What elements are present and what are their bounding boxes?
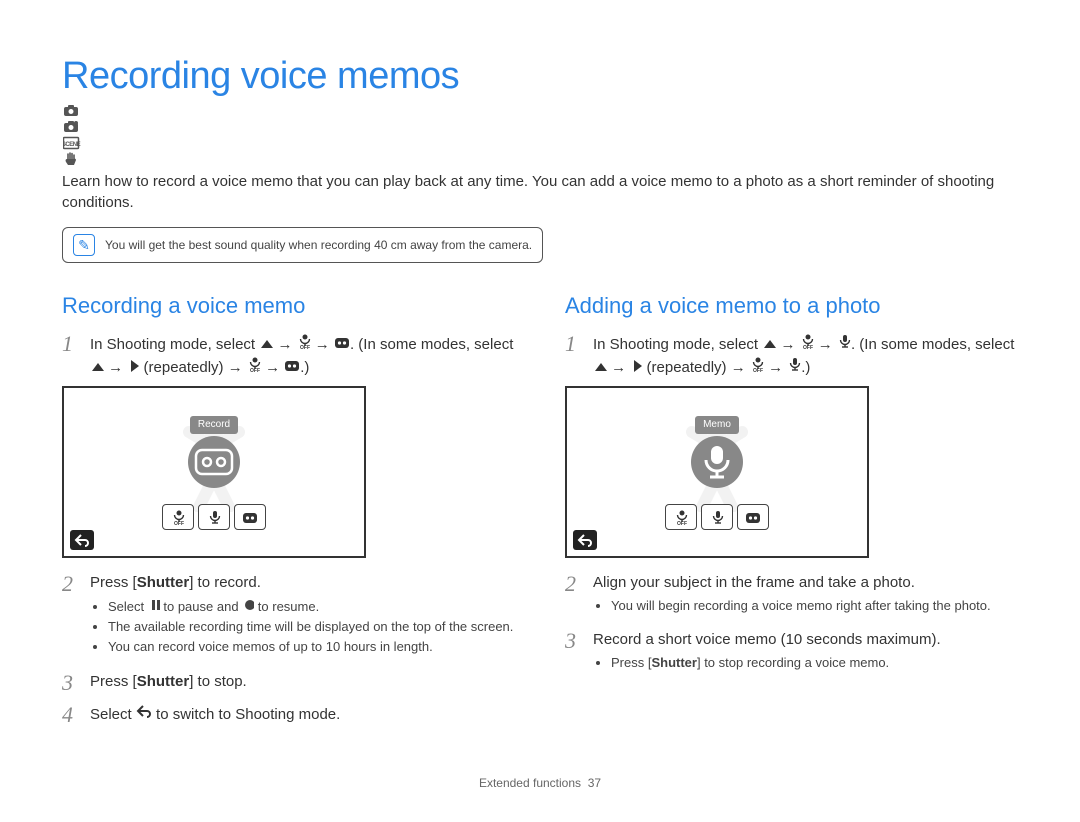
right-icon [630, 358, 642, 372]
tape-icon [334, 335, 350, 349]
step-3: 3 Press [Shutter] to stop. [62, 671, 515, 695]
footer-page-number: 37 [588, 776, 601, 790]
page-intro: Learn how to record a voice memo that yo… [62, 171, 1018, 213]
step-1: 1 In Shooting mode, select → → . (In som… [565, 332, 1018, 378]
step-body: Press [Shutter] to record. Select to pau… [90, 572, 515, 663]
step-number: 2 [565, 572, 583, 621]
option-mic[interactable] [198, 504, 230, 530]
step-number: 1 [565, 332, 583, 378]
option-mic-off[interactable] [665, 504, 697, 530]
camera-timer-icon [63, 119, 79, 135]
badge-label: Memo [695, 416, 739, 434]
center-badge: Record [188, 416, 240, 488]
up-icon [90, 360, 104, 372]
section-adding: Adding a voice memo to a photo 1 In Shoo… [565, 291, 1018, 735]
page-footer: Extended functions 37 [62, 775, 1018, 792]
page-title-text: Recording voice memos [62, 55, 459, 97]
step-number: 1 [62, 332, 80, 378]
back-button[interactable] [573, 530, 597, 550]
option-row [665, 504, 769, 530]
mode-icons [62, 103, 1018, 167]
step-bullets: Select to pause and to resume. The avail… [90, 597, 515, 657]
right-icon [127, 358, 139, 372]
step-1: 1 In Shooting mode, select → → . (In som… [62, 332, 515, 378]
footer-section: Extended functions [479, 776, 581, 790]
lcd-preview-memo: Memo [565, 386, 869, 558]
mic-off-icon [247, 355, 261, 372]
lcd-preview-record: Record [62, 386, 366, 558]
tip-box: ✎ You will get the best sound quality wh… [62, 227, 543, 263]
up-icon [762, 337, 776, 349]
up-icon [593, 360, 607, 372]
step-2: 2 Align your subject in the frame and ta… [565, 572, 1018, 621]
tape-icon [284, 358, 300, 372]
mic-badge-icon [691, 436, 743, 488]
step-body: Record a short voice memo (10 seconds ma… [593, 629, 1018, 678]
mic-off-icon [297, 332, 311, 349]
option-tape[interactable] [234, 504, 266, 530]
mic-icon [787, 356, 801, 372]
back-icon [577, 532, 593, 548]
back-icon [136, 703, 152, 719]
step-2: 2 Press [Shutter] to record. Select to p… [62, 572, 515, 663]
back-icon [74, 532, 90, 548]
section-recording: Recording a voice memo 1 In Shooting mod… [62, 291, 515, 735]
mic-icon [837, 333, 851, 349]
section-heading-left: Recording a voice memo [62, 291, 515, 322]
step-number: 4 [62, 703, 80, 727]
camera-icon [63, 103, 79, 119]
note-icon: ✎ [73, 234, 95, 256]
mic-off-icon [750, 355, 764, 372]
step-number: 2 [62, 572, 80, 663]
option-mic-off[interactable] [162, 504, 194, 530]
option-tape[interactable] [737, 504, 769, 530]
pause-icon [148, 597, 160, 611]
up-icon [259, 337, 273, 349]
step-number: 3 [62, 671, 80, 695]
step-body: Press [Shutter] to stop. [90, 671, 515, 695]
center-badge: Memo [691, 416, 743, 488]
mic-off-icon [800, 332, 814, 349]
step-number: 3 [565, 629, 583, 678]
tape-badge-icon [188, 436, 240, 488]
back-button[interactable] [70, 530, 94, 550]
option-row [162, 504, 266, 530]
step-body: Select to switch to Shooting mode. [90, 703, 515, 727]
step-body: In Shooting mode, select → → . (In some … [90, 332, 515, 378]
page-title: Recording voice memos [62, 50, 1018, 167]
hand-icon [63, 151, 79, 167]
step-4: 4 Select to switch to Shooting mode. [62, 703, 515, 727]
option-mic[interactable] [701, 504, 733, 530]
step-3: 3 Record a short voice memo (10 seconds … [565, 629, 1018, 678]
scene-icon [63, 135, 81, 151]
step-bullets: Press [Shutter] to stop recording a voic… [593, 654, 1018, 672]
section-heading-right: Adding a voice memo to a photo [565, 291, 1018, 322]
step-body: Align your subject in the frame and take… [593, 572, 1018, 621]
step-body: In Shooting mode, select → → . (In some … [593, 332, 1018, 378]
badge-label: Record [190, 416, 238, 434]
record-icon [242, 597, 254, 611]
step-bullets: You will begin recording a voice memo ri… [593, 597, 1018, 615]
tip-text: You will get the best sound quality when… [105, 237, 532, 254]
